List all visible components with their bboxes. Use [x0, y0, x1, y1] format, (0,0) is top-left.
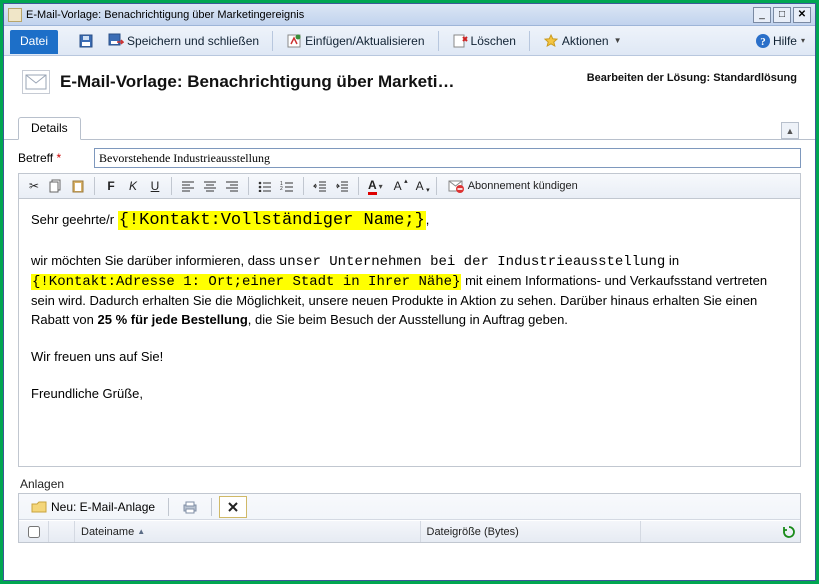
paste-button[interactable] — [69, 177, 87, 195]
indent-button[interactable] — [333, 177, 351, 195]
underline-button[interactable]: U — [146, 177, 164, 195]
clipboard-icon — [71, 179, 85, 193]
attachments-label: Anlagen — [20, 477, 801, 491]
subject-input[interactable] — [94, 148, 801, 168]
attachments-toolbar: Neu: E-Mail-Anlage — [19, 494, 800, 520]
font-size-up-button[interactable]: A▴ — [389, 177, 407, 195]
sort-asc-icon: ▲ — [137, 527, 145, 536]
attachments-panel: Neu: E-Mail-Anlage Dateiname ▲ — [18, 493, 801, 543]
minimize-button[interactable]: _ — [753, 7, 771, 23]
attachments-grid-header: Dateiname ▲ Dateigröße (Bytes) — [19, 520, 800, 542]
unsubscribe-button[interactable]: Abonnement kündigen — [444, 178, 582, 194]
col-icon[interactable] — [49, 521, 75, 542]
copy-button[interactable] — [47, 177, 65, 195]
align-center-button[interactable] — [201, 177, 219, 195]
details-panel: Betreff * ✂ F K U 12 A▾ A▴ A▾ — [4, 140, 815, 580]
save-and-close-label: Speichern und schließen — [127, 34, 259, 48]
help-label: Hilfe — [773, 34, 797, 48]
record-title: E-Mail-Vorlage: Benachrichtigung über Ma… — [60, 72, 455, 92]
merge-field-contact-city: {!Kontakt:Adresse 1: Ort;einer Stadt in … — [31, 274, 461, 290]
col-spacer — [641, 521, 778, 542]
app-icon — [8, 8, 22, 22]
chevron-down-icon: ▾ — [801, 36, 805, 45]
select-all-checkbox[interactable] — [28, 526, 40, 538]
record-header: E-Mail-Vorlage: Benachrichtigung über Ma… — [4, 56, 815, 104]
printer-icon — [182, 499, 198, 515]
insert-icon — [286, 33, 302, 49]
folder-new-icon — [31, 499, 47, 515]
subject-row: Betreff * — [18, 148, 801, 168]
align-left-button[interactable] — [179, 177, 197, 195]
svg-text:?: ? — [760, 36, 766, 48]
help-menu[interactable]: ? Hilfe ▾ — [751, 31, 809, 51]
svg-text:2: 2 — [280, 186, 283, 192]
delete-attachment-button[interactable] — [219, 496, 247, 518]
insert-update-label: Einfügen/Aktualisieren — [305, 34, 424, 48]
file-menu[interactable]: Datei — [10, 30, 58, 54]
italic-button[interactable]: K — [124, 177, 142, 195]
save-icon — [78, 33, 94, 49]
align-right-button[interactable] — [223, 177, 241, 195]
font-color-button[interactable]: A▾ — [366, 177, 385, 195]
unsubscribe-icon — [448, 178, 464, 194]
delete-label: Löschen — [471, 34, 516, 48]
star-icon — [543, 33, 559, 49]
col-checkbox[interactable] — [19, 521, 49, 542]
delete-button[interactable]: Löschen — [448, 30, 520, 52]
actions-menu[interactable]: Aktionen ▼ — [539, 30, 626, 52]
unsubscribe-label: Abonnement kündigen — [468, 180, 578, 192]
app-window: E-Mail-Vorlage: Benachrichtigung über Ma… — [3, 3, 816, 581]
delete-x-icon — [225, 499, 241, 515]
help-icon: ? — [755, 33, 771, 49]
copy-icon — [49, 179, 63, 193]
scissors-icon: ✂ — [29, 179, 39, 193]
actions-label: Aktionen — [562, 34, 609, 48]
font-size-down-button[interactable]: A▾ — [411, 177, 429, 195]
col-filesize[interactable]: Dateigröße (Bytes) — [421, 521, 642, 542]
merge-field-contact-name: {!Kontakt:Vollständiger Name;} — [118, 211, 426, 230]
close-button[interactable]: ✕ — [793, 7, 811, 23]
save-button[interactable] — [74, 30, 98, 52]
refresh-grid-button[interactable] — [778, 525, 800, 539]
title-bar: E-Mail-Vorlage: Benachrichtigung über Ma… — [4, 4, 815, 26]
email-body-editor[interactable]: Sehr geehrte/r {!Kontakt:Vollständiger N… — [18, 199, 801, 467]
save-and-close-button[interactable]: Speichern und schließen — [104, 30, 263, 52]
delete-icon — [452, 33, 468, 49]
bullet-list-button[interactable] — [256, 177, 274, 195]
window-title: E-Mail-Vorlage: Benachrichtigung über Ma… — [26, 9, 304, 21]
new-attachment-label: Neu: E-Mail-Anlage — [51, 500, 155, 514]
richtext-toolbar: ✂ F K U 12 A▾ A▴ A▾ Abonnement kündi — [18, 173, 801, 199]
tab-details[interactable]: Details — [18, 117, 81, 140]
refresh-icon — [782, 525, 796, 539]
insert-update-button[interactable]: Einfügen/Aktualisieren — [282, 30, 428, 52]
file-menu-label: Datei — [20, 34, 48, 48]
print-attachment-button[interactable] — [176, 496, 204, 518]
bold-button[interactable]: F — [102, 177, 120, 195]
col-filename[interactable]: Dateiname ▲ — [75, 521, 421, 542]
tab-details-label: Details — [31, 121, 68, 135]
solution-info: Bearbeiten der Lösung: Standardlösung — [587, 72, 797, 84]
scroll-up-button[interactable]: ▲ — [781, 122, 799, 139]
number-list-button[interactable]: 12 — [278, 177, 296, 195]
template-icon — [22, 70, 50, 94]
maximize-button[interactable]: □ — [773, 7, 791, 23]
subject-label: Betreff * — [18, 151, 86, 165]
save-close-icon — [108, 33, 124, 49]
new-attachment-button[interactable]: Neu: E-Mail-Anlage — [25, 496, 161, 518]
outdent-button[interactable] — [311, 177, 329, 195]
ribbon-toolbar: Datei Speichern und schließen Einfügen/A… — [4, 26, 815, 56]
tab-strip: Details ▲ — [4, 104, 815, 140]
chevron-down-icon: ▼ — [614, 36, 622, 45]
cut-button[interactable]: ✂ — [25, 177, 43, 195]
